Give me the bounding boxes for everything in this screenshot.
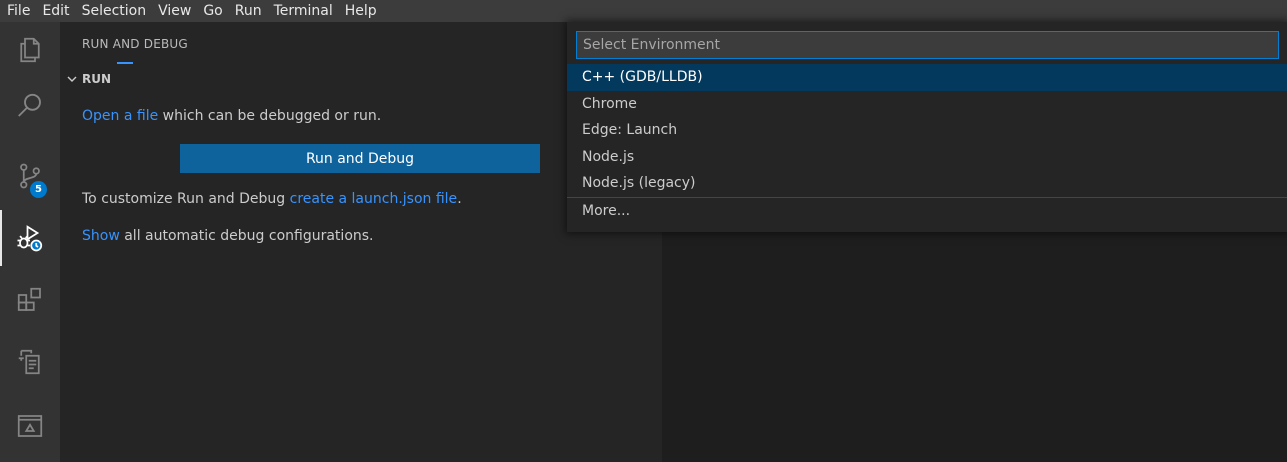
menu-view[interactable]: View [152, 0, 197, 22]
environment-item[interactable]: C++ (GDB/LLDB) [567, 64, 1287, 91]
environment-search-input[interactable] [576, 31, 1279, 59]
sidebar-focus-indicator [117, 62, 133, 64]
environment-item[interactable]: Node.js [567, 144, 1287, 171]
menu-help[interactable]: Help [339, 0, 383, 22]
open-file-rest: which can be debugged or run. [158, 108, 382, 124]
open-file-message: Open a file which can be debugged or run… [82, 108, 381, 124]
chevron-down-icon [67, 76, 77, 82]
environment-list: C++ (GDB/LLDB) Chrome Edge: Launch Node.… [567, 64, 1287, 224]
environment-item[interactable]: Chrome [567, 91, 1287, 118]
extensions-icon [17, 287, 41, 311]
run-section-label: RUN [82, 72, 112, 86]
menu-edit[interactable]: Edit [36, 0, 75, 22]
activity-bar: 5 [0, 22, 60, 462]
activity-terminal[interactable] [0, 398, 60, 454]
terminal-icon [17, 415, 43, 437]
menu-run[interactable]: Run [229, 0, 268, 22]
activity-explorer[interactable] [0, 22, 60, 78]
remote-explorer-icon [18, 349, 40, 375]
source-control-badge: 5 [30, 181, 47, 198]
activity-source-control[interactable]: 5 [0, 148, 60, 204]
run-and-debug-button[interactable]: Run and Debug [180, 144, 540, 173]
show-configs-message: Show all automatic debug configurations. [82, 228, 374, 244]
activity-search[interactable] [0, 78, 60, 134]
files-icon [20, 37, 40, 63]
open-file-link[interactable]: Open a file [82, 108, 158, 124]
run-debug-icon [17, 225, 43, 252]
menu-file[interactable]: File [0, 0, 36, 22]
environment-item[interactable]: Edge: Launch [567, 117, 1287, 144]
select-environment-quickpick: C++ (GDB/LLDB) Chrome Edge: Launch Node.… [567, 22, 1287, 232]
customize-message: To customize Run and Debug create a laun… [82, 191, 462, 207]
menu-terminal[interactable]: Terminal [268, 0, 339, 22]
sidebar-title: RUN AND DEBUG [82, 37, 188, 51]
activity-run-and-debug[interactable] [0, 210, 60, 266]
activity-extensions[interactable] [0, 272, 60, 328]
customize-suffix: . [457, 191, 462, 207]
environment-item[interactable]: Node.js (legacy) [567, 170, 1287, 197]
more-environments-item[interactable]: More... [567, 198, 1287, 225]
show-configs-rest: all automatic debug configurations. [119, 228, 374, 244]
create-launch-json-link[interactable]: create a launch.json file [290, 191, 458, 207]
show-configs-link[interactable]: Show [82, 228, 120, 244]
search-icon [18, 93, 41, 117]
menu-selection[interactable]: Selection [76, 0, 153, 22]
menu-bar: File Edit Selection View Go Run Terminal… [0, 0, 1287, 22]
run-section-header[interactable]: RUN [64, 68, 111, 90]
customize-prefix: To customize Run and Debug [82, 191, 290, 207]
activity-remote-explorer[interactable] [0, 334, 60, 390]
menu-go[interactable]: Go [197, 0, 228, 22]
